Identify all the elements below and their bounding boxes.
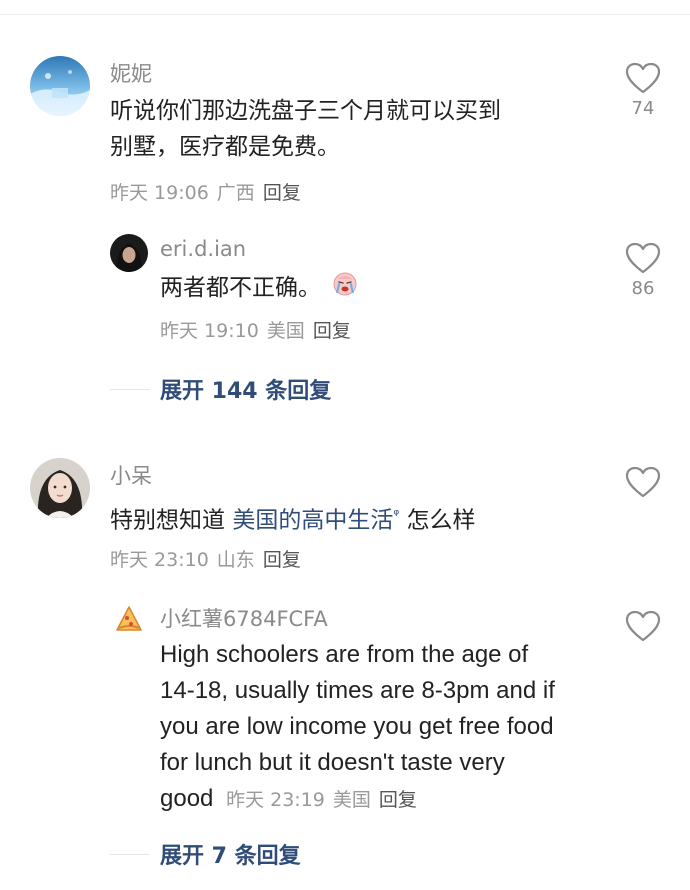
reply-button[interactable]: 回复 [313, 320, 351, 342]
reply-text-content: 两者都不正确。 [160, 275, 321, 301]
heart-icon [625, 62, 661, 94]
reply-time: 昨天 23:19 [226, 789, 325, 811]
comment-text-prefix: 特别想知道 [110, 507, 233, 534]
comment-text-line: 听说你们那边洗盘子三个月就可以买到 [110, 98, 501, 124]
like-button[interactable] [623, 610, 663, 642]
comment-author[interactable]: 妮妮 [110, 58, 152, 88]
heart-icon [625, 466, 661, 498]
like-button[interactable]: 86 [623, 242, 663, 299]
reply-text-line-last: good 昨天 23:19 美国 回复 [160, 781, 600, 818]
reply-button[interactable]: 回复 [263, 549, 301, 571]
crying-face-icon [332, 270, 358, 307]
comment-text-suffix: 怎么样 [399, 507, 476, 534]
expand-dash [110, 388, 150, 390]
like-button[interactable] [623, 466, 663, 498]
reply-button[interactable]: 回复 [263, 182, 301, 204]
expand-label[interactable]: 展开 7 条回复 [160, 838, 301, 870]
comment-text: 特别想知道 美国的高中生活ᵠ 怎么样 [110, 497, 475, 539]
expand-dash [110, 853, 150, 855]
reply-text-line: you are low income you get free food [160, 713, 554, 740]
comment-meta: 昨天 23:10 山东 回复 [110, 545, 301, 572]
comment-time: 昨天 19:06 [110, 182, 209, 204]
comment-meta: 昨天 19:06 广西 回复 [110, 178, 301, 205]
reply-author[interactable]: eri.d.ian [160, 237, 246, 261]
expand-replies-button[interactable]: 展开 7 条回复 [110, 838, 301, 870]
reply-text-line: for lunch but it doesn't taste very [160, 749, 505, 776]
comment-author[interactable]: 小呆 [110, 460, 152, 490]
reply-meta: 昨天 23:19 美国 回复 [226, 789, 417, 811]
reply-button[interactable]: 回复 [379, 789, 417, 811]
reply-location: 美国 [266, 320, 305, 342]
comment-location: 山东 [216, 549, 255, 571]
reply-location: 美国 [332, 789, 371, 811]
like-button[interactable]: 74 [623, 62, 663, 119]
heart-icon [625, 242, 661, 274]
like-count: 86 [631, 278, 655, 299]
reply-text-line: High schoolers are from the age of [160, 641, 529, 668]
avatar[interactable] [30, 458, 90, 518]
top-divider [0, 14, 690, 15]
comment-text: 听说你们那边洗盘子三个月就可以买到 别墅，医疗都是免费。 [110, 93, 580, 165]
avatar[interactable] [114, 604, 144, 634]
comment-location: 广西 [216, 182, 255, 204]
reply-time: 昨天 19:10 [160, 320, 259, 342]
reply-text-line: 14-18, usually times are 8-3pm and if [160, 677, 555, 704]
reply-text: High schoolers are from the age of 14-18… [160, 637, 600, 818]
reply-meta: 昨天 19:10 美国 回复 [160, 316, 351, 343]
avatar[interactable] [30, 56, 90, 116]
expand-replies-button[interactable]: 展开 144 条回复 [110, 373, 331, 405]
like-count: 74 [631, 98, 655, 119]
comment-time: 昨天 23:10 [110, 549, 209, 571]
reply-text-end: good [160, 785, 214, 812]
heart-icon [625, 610, 661, 642]
expand-label[interactable]: 展开 144 条回复 [160, 373, 331, 405]
reply-text: 两者都不正确。 [160, 270, 358, 307]
comment-text-line: 别墅，医疗都是免费。 [110, 134, 340, 160]
avatar[interactable] [110, 234, 148, 272]
reply-author[interactable]: 小红薯6784FCFA [160, 603, 328, 633]
topic-link[interactable]: 美国的高中生活 [232, 508, 393, 534]
